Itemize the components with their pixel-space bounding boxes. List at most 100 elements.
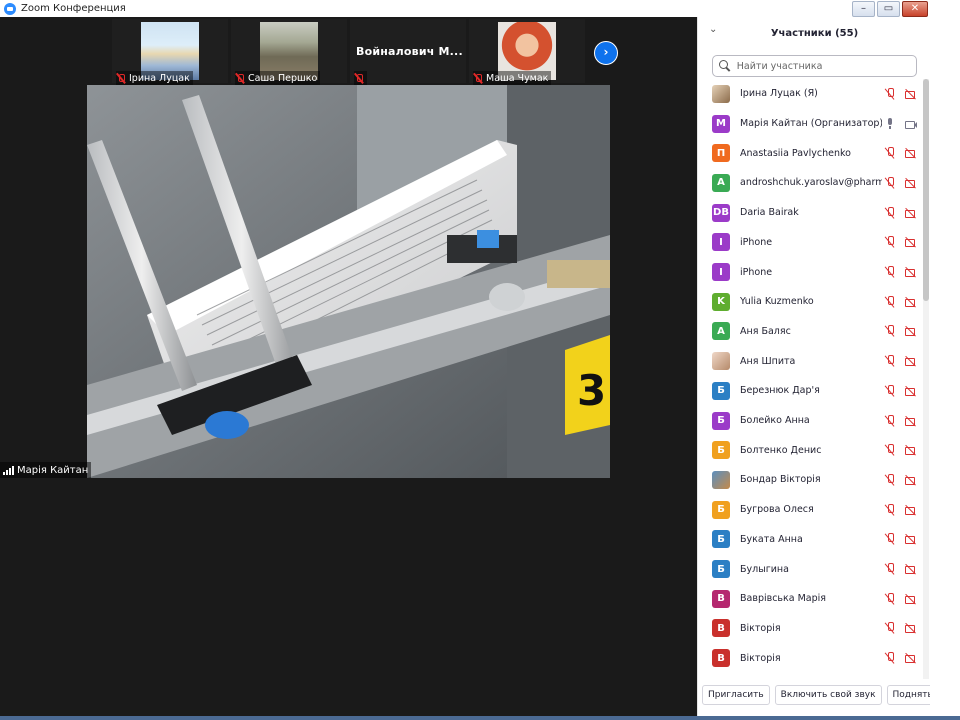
participant-row[interactable]: K Yulia Kuzmenko (698, 287, 923, 317)
participant-status-icons (884, 325, 917, 337)
participant-row[interactable]: В Вікторія (698, 643, 923, 673)
camera-off-icon (905, 177, 917, 189)
search-icon (718, 59, 732, 73)
participant-row[interactable]: Б Бугрова Олеся (698, 495, 923, 525)
participant-row[interactable]: М Марія Кайтан (Организатор) (698, 109, 923, 139)
camera-off-icon (905, 296, 917, 308)
avatar: Б (712, 560, 730, 579)
video-thumbnail[interactable]: Саша Першко (231, 19, 347, 85)
participant-list-scrollbar[interactable] (923, 79, 929, 679)
avatar (712, 470, 730, 489)
avatar: A (712, 322, 730, 341)
active-speaker-label: Марія Кайтан (0, 462, 92, 478)
thumbnail-label: Маша Чумак (473, 71, 552, 85)
participant-name: androshchuk.yaroslav@pharm.z... (740, 177, 882, 189)
camera-off-icon (905, 504, 917, 516)
restore-button[interactable]: ▭ (877, 1, 900, 17)
unmute-button[interactable]: Включить свой звук (774, 685, 882, 705)
participant-row[interactable]: Б Болтенко Денис (698, 435, 923, 465)
avatar: Б (712, 530, 730, 549)
close-button[interactable]: ✕ (902, 1, 928, 17)
minimize-button[interactable]: – (852, 1, 875, 17)
participant-row[interactable]: Б Болейко Анна (698, 406, 923, 436)
camera-icon (905, 118, 917, 130)
camera-off-icon (905, 474, 917, 486)
thumbnail-label: Ірина Луцак (116, 71, 193, 85)
participant-name: iPhone (740, 236, 773, 248)
participant-row[interactable]: В Вікторія (698, 614, 923, 644)
video-thumbnail[interactable]: Войналович М... (350, 19, 466, 85)
next-page-button[interactable]: › (594, 41, 618, 65)
chevron-right-icon: › (603, 45, 609, 59)
muted-mic-icon (354, 73, 364, 84)
participant-row[interactable]: Б Березнюк Дар'я (698, 376, 923, 406)
video-thumbnail[interactable]: Маша Чумак (469, 19, 585, 85)
muted-mic-icon (884, 87, 896, 100)
muted-mic-icon (884, 444, 896, 456)
chevron-down-icon[interactable]: ⌄ (709, 24, 717, 35)
participant-row[interactable]: Б Буката Анна (698, 525, 923, 555)
avatar: I (712, 233, 730, 252)
participant-row[interactable]: IiPhone (698, 257, 923, 287)
panel-title: Участники (55) (770, 27, 859, 39)
avatar: K (712, 292, 730, 311)
thumbnail-strip: Ірина Луцак Саша Першко Войналович М... … (112, 17, 592, 85)
muted-mic-icon (884, 206, 896, 219)
participant-row[interactable]: Аня Шпита (698, 346, 923, 376)
muted-mic-icon (884, 563, 896, 575)
muted-mic-icon (473, 73, 483, 84)
thumbnail-name: Ірина Луцак (129, 72, 190, 84)
muted-mic-icon (884, 592, 896, 605)
camera-off-icon (905, 444, 917, 456)
camera-off-icon (905, 355, 917, 367)
participant-row[interactable]: В Ваврівська Марія (698, 584, 923, 614)
avatar: Б (712, 381, 730, 400)
avatar: A (712, 173, 730, 192)
muted-mic-icon (235, 73, 245, 84)
participant-name: Ваврівська Марія (740, 593, 827, 605)
participant-row[interactable]: Ірина Луцак (Я) (698, 79, 923, 109)
avatar (712, 352, 730, 371)
window-titlebar: Zoom Конференция – ▭ ✕ (0, 0, 930, 18)
muted-mic-icon (884, 384, 896, 397)
invite-button[interactable]: Пригласить (702, 685, 770, 705)
participant-status-icons (884, 266, 917, 278)
participant-row[interactable]: Бондар Вікторія (698, 465, 923, 495)
camera-off-icon (905, 236, 917, 248)
thumbnail-name: Войналович М... (356, 45, 463, 58)
muted-mic-icon (884, 266, 896, 278)
participant-name: Буката Анна (740, 533, 803, 545)
microphone-icon (884, 117, 896, 130)
participant-name: Daria Bairak (740, 207, 799, 219)
participant-row[interactable]: IiPhone (698, 228, 923, 258)
window-title: Zoom Конференция (21, 3, 126, 14)
active-speaker-video: 3 (87, 85, 610, 478)
participant-status-icons (884, 176, 917, 189)
participant-name: Yulia Kuzmenko (740, 296, 814, 308)
video-thumbnail[interactable]: Ірина Луцак (112, 19, 228, 85)
muted-mic-icon (116, 73, 126, 84)
participant-status-icons (884, 384, 917, 397)
participant-status-icons (884, 117, 917, 130)
avatar: Б (712, 500, 730, 519)
participant-status-icons (884, 147, 917, 159)
participant-search[interactable] (712, 55, 917, 77)
muted-mic-icon (884, 236, 896, 248)
participant-name: Бондар Вікторія (740, 474, 821, 486)
participant-status-icons (884, 473, 917, 486)
participant-row[interactable]: A Аня Баляс (698, 317, 923, 347)
scrollbar-thumb[interactable] (923, 79, 929, 301)
avatar: Б (712, 441, 730, 460)
search-input[interactable] (734, 59, 916, 73)
participant-row[interactable]: П Anastasiia Pavlychenko (698, 138, 923, 168)
avatar: В (712, 589, 730, 608)
participant-row[interactable]: Aandroshchuk.yaroslav@pharm.z... (698, 168, 923, 198)
thumbnail-label: Саша Першко (235, 71, 321, 85)
participant-row[interactable]: Б Булыгина (698, 554, 923, 584)
screen-margin (930, 0, 960, 720)
participant-status-icons (884, 503, 917, 516)
participant-name: Ірина Луцак (Я) (740, 88, 818, 100)
camera-off-icon (905, 563, 917, 575)
participant-status-icons (884, 592, 917, 605)
participant-row[interactable]: DB Daria Bairak (698, 198, 923, 228)
